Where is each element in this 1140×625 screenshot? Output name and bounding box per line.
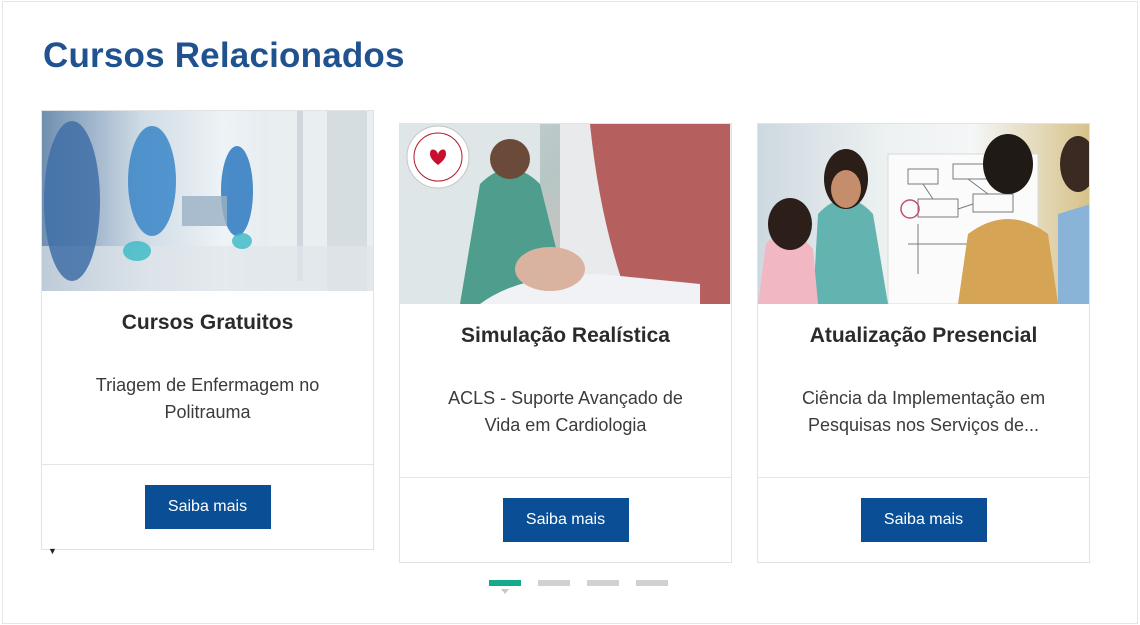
card-footer: Saiba mais	[42, 465, 373, 549]
course-category: Cursos Gratuitos	[121, 311, 294, 334]
section-title: Cursos Relacionados	[43, 36, 405, 75]
card-body: Simulação Realística ACLS - Suporte Avan…	[400, 304, 731, 478]
whiteboard-meeting-photo[interactable]	[758, 124, 1089, 304]
card-body: Cursos Gratuitos Triagem de Enfermagem n…	[42, 291, 373, 465]
related-courses-panel: Cursos Relacionados Cursos Gratuitos Tri…	[2, 1, 1138, 624]
saiba-mais-button[interactable]: Saiba mais	[144, 485, 271, 529]
course-card: Simulação Realística ACLS - Suporte Avan…	[399, 123, 732, 563]
emergency-corridor-photo[interactable]	[42, 111, 373, 291]
course-card: Atualização Presencial Ciência da Implem…	[757, 123, 1090, 563]
course-category: Atualização Presencial	[809, 324, 1038, 347]
cpr-simulation-photo[interactable]	[400, 124, 731, 304]
carousel-dot-2[interactable]	[538, 580, 570, 586]
saiba-mais-button[interactable]: Saiba mais	[860, 498, 987, 542]
course-card: Cursos Gratuitos Triagem de Enfermagem n…	[41, 110, 374, 550]
card-footer: Saiba mais	[758, 478, 1089, 562]
carousel-dot-3[interactable]	[587, 580, 619, 586]
course-category: Simulação Realística	[461, 324, 670, 347]
card-footer: Saiba mais	[400, 478, 731, 562]
course-title[interactable]: Ciência da Implementação em Pesquisas no…	[789, 348, 1059, 477]
carousel-dot-4[interactable]	[636, 580, 668, 586]
carousel-pagination	[489, 580, 668, 594]
course-title[interactable]: ACLS - Suporte Avançado de Vida em Cardi…	[431, 348, 701, 477]
caret-down-icon: ▼	[48, 546, 57, 556]
carousel-dot-1[interactable]	[489, 580, 521, 594]
saiba-mais-button[interactable]: Saiba mais	[502, 498, 629, 542]
course-title[interactable]: Triagem de Enfermagem no Politrauma	[73, 335, 343, 464]
card-body: Atualização Presencial Ciência da Implem…	[758, 304, 1089, 478]
